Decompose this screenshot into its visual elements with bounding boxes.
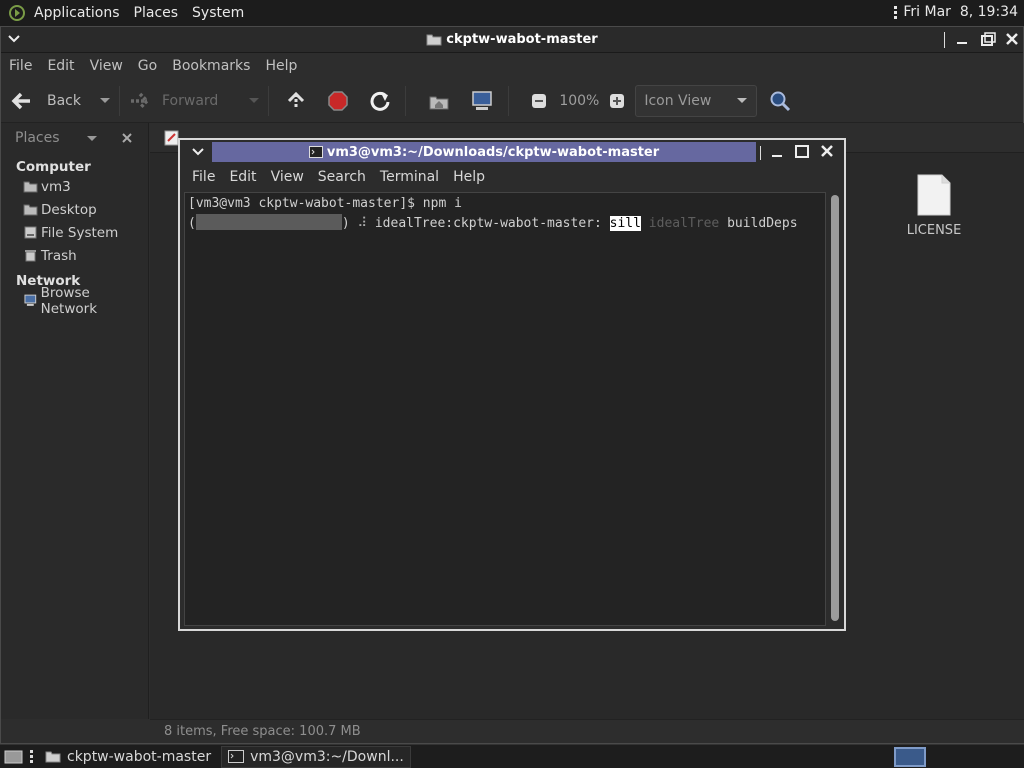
terminal-output[interactable]: [vm3@vm3 ckptw-wabot-master]$ npm i () ⠼… (184, 192, 839, 626)
app-logo-icon[interactable] (8, 4, 26, 22)
reload-icon[interactable] (369, 90, 391, 112)
maximize-button[interactable] (979, 30, 997, 48)
terminal-scrollbar[interactable] (829, 193, 841, 625)
chevron-down-icon[interactable] (86, 135, 98, 143)
maximize-button[interactable] (795, 144, 809, 158)
term-menu-view[interactable]: View (271, 169, 304, 185)
system-menu[interactable]: System (192, 5, 244, 21)
forward-button[interactable]: Forward (128, 91, 218, 111)
term-menu-search[interactable]: Search (318, 169, 366, 185)
terminal-line: () ⠼ idealTree:ckptw-wabot-master: sill … (188, 214, 798, 231)
zoom-in-icon[interactable] (609, 93, 625, 109)
clock-area: Fri Mar 8, 19:34 (894, 4, 1018, 20)
search-icon[interactable] (769, 90, 791, 112)
clock[interactable]: Fri Mar 8, 19:34 (903, 4, 1018, 20)
terminal-titlebar[interactable]: vm3@vm3:~/Downloads/ckptw-wabot-master (180, 140, 844, 164)
top-panel: Applications Places System Fri Mar 8, 19… (0, 0, 1024, 26)
spinner: ⠼ (357, 216, 368, 231)
term-menu-terminal[interactable]: Terminal (380, 169, 439, 185)
status-text: 8 items, Free space: 100.7 MB (164, 724, 361, 739)
drive-icon (24, 226, 37, 239)
close-button[interactable] (820, 144, 834, 158)
terminal-icon (228, 750, 245, 763)
fm-toolbar: Back Forward 100% Icon View (1, 79, 1023, 123)
window-menu-icon[interactable] (5, 30, 23, 48)
close-button[interactable] (1003, 30, 1021, 48)
terminal-menubar: File Edit View Search Terminal Help (180, 164, 844, 190)
sidebar-item-browse-network[interactable]: Browse Network (1, 285, 148, 317)
file-item-license[interactable]: LICENSE (896, 173, 972, 238)
log-level-badge: sill (609, 216, 641, 231)
up-icon[interactable] (285, 90, 307, 112)
view-mode-select[interactable]: Icon View (635, 84, 758, 117)
folder-icon (426, 34, 442, 46)
panel-menu-icon[interactable] (894, 5, 898, 19)
task-terminal[interactable]: vm3@vm3:~/Downl... (221, 745, 411, 768)
chevron-down-icon (737, 97, 748, 103)
computer-icon[interactable] (470, 90, 494, 112)
task-file-manager[interactable]: ckptw-wabot-master (39, 746, 217, 768)
scrollbar-thumb[interactable] (831, 195, 839, 621)
desktop-folder-icon (23, 204, 38, 216)
term-menu-file[interactable]: File (192, 169, 215, 185)
terminal-title: vm3@vm3:~/Downloads/ckptw-wabot-master (212, 142, 756, 162)
sidebar: Places Computer vm3 Desktop File System … (1, 123, 149, 719)
terminal-window: vm3@vm3:~/Downloads/ckptw-wabot-master F… (178, 138, 846, 631)
home-icon[interactable] (428, 91, 450, 111)
zoom-level: 100% (559, 92, 600, 109)
workspace-switcher[interactable] (894, 747, 926, 767)
minimize-button[interactable] (953, 30, 971, 48)
minimize-button[interactable] (770, 145, 784, 159)
back-arrow-icon (11, 92, 30, 109)
forward-arrow-icon (131, 92, 150, 109)
fm-menu-help[interactable]: Help (265, 58, 297, 74)
stop-icon[interactable] (327, 90, 349, 112)
window-menu-icon[interactable] (192, 148, 204, 156)
sidebar-item-trash[interactable]: Trash (1, 244, 148, 267)
taskbar: ckptw-wabot-master vm3@vm3:~/Downl... (0, 744, 1024, 768)
sidebar-section-computer: Computer (16, 159, 91, 175)
fm-menubar: File Edit View Go Bookmarks Help (1, 53, 1023, 79)
home-folder-icon (23, 181, 38, 193)
fm-titlebar[interactable]: ckptw-wabot-master (1, 27, 1023, 53)
fm-menu-bookmarks[interactable]: Bookmarks (172, 58, 250, 74)
back-history-chevron-icon[interactable] (99, 97, 111, 105)
sidebar-header[interactable]: Places (1, 123, 148, 153)
forward-history-chevron-icon[interactable] (248, 97, 260, 105)
places-menu[interactable]: Places (134, 5, 179, 21)
term-menu-help[interactable]: Help (453, 169, 485, 185)
fm-title: ckptw-wabot-master (426, 32, 598, 47)
sidebar-item-vm3[interactable]: vm3 (1, 175, 148, 198)
terminal-line: [vm3@vm3 ckptw-wabot-master]$ npm i (188, 196, 462, 211)
status-bar: 8 items, Free space: 100.7 MB (150, 719, 1024, 743)
sidebar-item-file-system[interactable]: File System (1, 221, 148, 244)
network-icon (24, 294, 37, 306)
folder-icon (45, 751, 61, 763)
fm-menu-edit[interactable]: Edit (47, 58, 74, 74)
text-file-icon (917, 174, 951, 216)
fm-menu-file[interactable]: File (9, 58, 32, 74)
show-desktop-icon[interactable] (4, 749, 24, 765)
applications-menu[interactable]: Applications (34, 5, 120, 21)
terminal-icon (308, 146, 323, 158)
sidebar-item-desktop[interactable]: Desktop (1, 198, 148, 221)
fm-menu-go[interactable]: Go (138, 58, 157, 74)
progress-bar (195, 214, 342, 230)
zoom-out-icon[interactable] (531, 93, 547, 109)
term-menu-edit[interactable]: Edit (229, 169, 256, 185)
fm-menu-view[interactable]: View (90, 58, 123, 74)
taskbar-handle-icon[interactable] (30, 750, 33, 763)
back-button[interactable]: Back (11, 91, 81, 111)
trash-icon (25, 250, 36, 262)
close-sidebar-icon[interactable] (121, 132, 133, 144)
